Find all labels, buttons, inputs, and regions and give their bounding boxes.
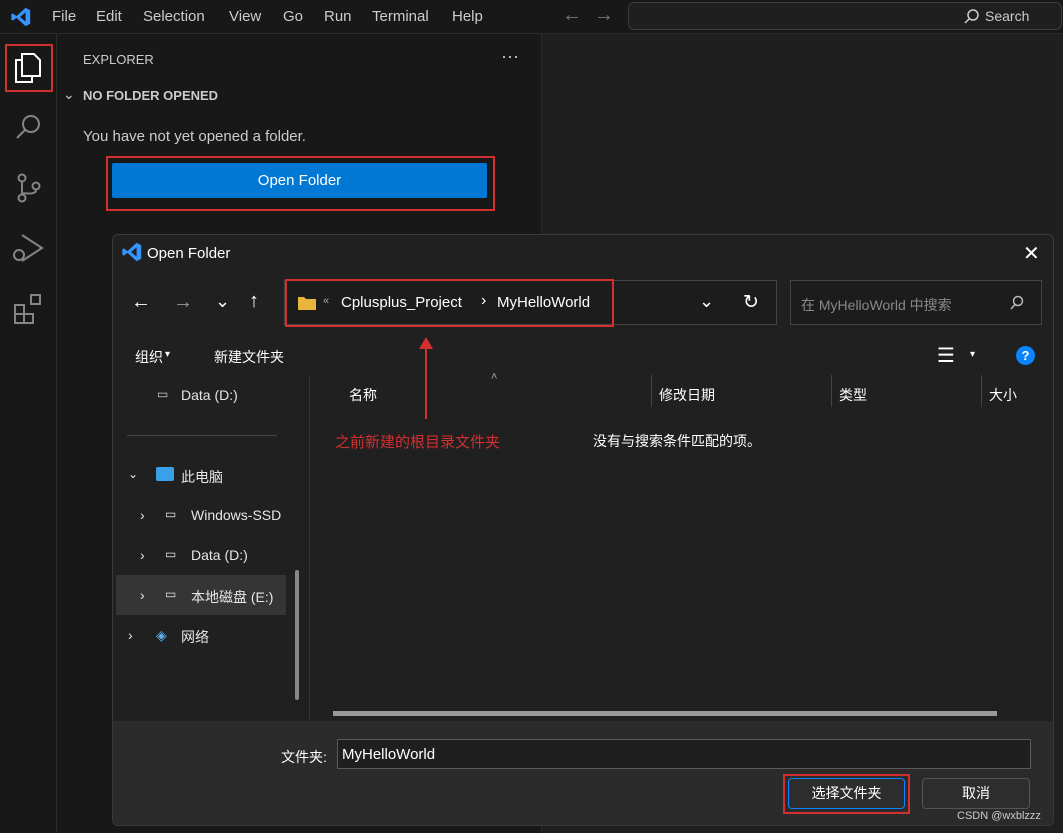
computer-icon <box>156 467 174 481</box>
folder-name-input[interactable] <box>337 739 1031 769</box>
overflow-icon[interactable]: « <box>323 295 329 307</box>
dialog-title: Open Folder <box>147 245 231 262</box>
folder-icon <box>298 297 316 310</box>
search-icon <box>964 9 979 24</box>
breadcrumb-item[interactable]: MyHelloWorld <box>497 294 590 311</box>
navigation-pane: ▭ Data (D:) ⌄ 此电脑 › ▭ Windows-SSD › ▭ Da… <box>113 375 310 721</box>
tree-item[interactable]: Data (D:) <box>181 387 238 403</box>
chevron-right-icon[interactable]: › <box>140 507 145 523</box>
network-icon: ◈ <box>156 627 167 643</box>
chevron-right-icon[interactable]: › <box>128 627 133 643</box>
folder-search-input[interactable]: 在 MyHelloWorld 中搜索 <box>790 280 1042 325</box>
drive-icon: ▭ <box>165 547 177 561</box>
folder-label: 文件夹: <box>281 749 327 765</box>
close-icon[interactable]: ✕ <box>1023 241 1040 266</box>
tree-item[interactable]: 网络 <box>181 627 209 647</box>
menu-bar: File Edit Selection View Go Run Terminal… <box>0 0 1063 34</box>
tree-item[interactable]: Windows-SSD <box>191 507 288 523</box>
menu-help[interactable]: Help <box>452 8 483 25</box>
chevron-right-icon[interactable]: › <box>140 547 145 563</box>
search-label: Search <box>985 8 1030 24</box>
tree-item[interactable]: 此电脑 <box>181 467 223 487</box>
divider <box>127 435 277 436</box>
explorer-icon[interactable] <box>13 51 43 85</box>
chevron-down-icon[interactable]: ⌄ <box>63 86 75 103</box>
menu-terminal[interactable]: Terminal <box>372 8 429 25</box>
explorer-title: EXPLORER <box>83 52 154 67</box>
search-icon[interactable] <box>14 112 44 142</box>
back-icon[interactable]: ← <box>131 291 151 314</box>
chevron-down-icon[interactable]: ⌄ <box>128 467 138 481</box>
new-folder-button[interactable]: 新建文件夹 <box>214 347 284 367</box>
watermark: CSDN @wxblzzz <box>957 810 1041 822</box>
section-title[interactable]: NO FOLDER OPENED <box>83 88 218 103</box>
source-control-icon[interactable] <box>14 172 44 204</box>
breadcrumb-item[interactable]: Cplusplus_Project <box>341 294 462 311</box>
column-header-size[interactable]: 大小 <box>989 385 1017 405</box>
no-folder-message: You have not yet opened a folder. <box>83 128 306 145</box>
select-folder-button[interactable]: 选择文件夹 <box>788 778 905 809</box>
caret-down-icon[interactable]: ▾ <box>165 349 170 360</box>
back-icon[interactable]: ← <box>562 4 582 27</box>
chevron-right-icon[interactable]: › <box>481 292 486 310</box>
open-folder-button[interactable]: Open Folder <box>112 163 487 198</box>
view-options-icon[interactable]: ☰ <box>937 343 955 368</box>
command-search[interactable]: Search <box>628 2 1062 30</box>
column-header-date[interactable]: 修改日期 <box>659 385 715 405</box>
column-header-type[interactable]: 类型 <box>839 385 867 405</box>
forward-icon[interactable]: → <box>173 291 193 314</box>
menu-edit[interactable]: Edit <box>96 8 122 25</box>
file-list: ˄ 名称 修改日期 类型 大小 没有与搜索条件匹配的项。 <box>311 371 1053 721</box>
recent-dropdown-icon[interactable]: ⌄ <box>215 291 230 312</box>
activity-bar <box>0 34 57 833</box>
menu-view[interactable]: View <box>229 8 261 25</box>
column-divider <box>831 375 832 407</box>
vscode-logo-icon <box>122 242 142 262</box>
annotation-arrow <box>419 337 433 419</box>
address-bar[interactable]: « Cplusplus_Project › MyHelloWorld ⌄ ↻ <box>284 279 777 327</box>
chevron-right-icon[interactable]: › <box>140 587 145 603</box>
address-dropdown-icon[interactable]: ⌄ <box>699 291 714 312</box>
menu-go[interactable]: Go <box>283 8 303 25</box>
organize-menu[interactable]: 组织 <box>135 347 163 367</box>
column-divider <box>981 375 982 407</box>
tree-item[interactable]: Data (D:) <box>191 547 248 563</box>
sort-up-icon: ˄ <box>491 371 498 383</box>
annotation-text: 之前新建的根目录文件夹 <box>335 434 501 451</box>
column-divider <box>651 375 652 407</box>
menu-selection[interactable]: Selection <box>143 8 205 25</box>
column-header-name[interactable]: 名称 <box>349 385 377 405</box>
forward-icon[interactable]: → <box>594 4 614 27</box>
caret-down-icon[interactable]: ▾ <box>970 349 975 360</box>
more-actions-icon[interactable]: ··· <box>501 46 519 67</box>
folder-search-placeholder: 在 MyHelloWorld 中搜索 <box>801 297 952 313</box>
menu-run[interactable]: Run <box>324 8 352 25</box>
drive-icon: ▭ <box>157 387 169 401</box>
cancel-button[interactable]: 取消 <box>922 778 1030 809</box>
menu-file[interactable]: File <box>52 8 76 25</box>
nav-scrollbar[interactable] <box>295 570 299 700</box>
horizontal-scrollbar[interactable] <box>333 711 997 716</box>
up-icon[interactable]: ↑ <box>249 290 259 313</box>
vscode-logo-icon <box>11 7 31 27</box>
drive-icon: ▭ <box>165 507 177 521</box>
drive-icon: ▭ <box>165 587 177 601</box>
help-icon[interactable]: ? <box>1016 346 1035 365</box>
tree-item[interactable]: 本地磁盘 (E:) <box>191 587 273 607</box>
extensions-icon[interactable] <box>12 292 46 326</box>
run-debug-icon[interactable] <box>10 232 46 266</box>
refresh-icon[interactable]: ↻ <box>743 291 759 314</box>
empty-message: 没有与搜索条件匹配的项。 <box>593 433 761 449</box>
search-icon <box>1010 295 1024 310</box>
open-folder-dialog: Open Folder ✕ ← → ⌄ ↑ « Cplusplus_Projec… <box>112 234 1054 826</box>
dialog-footer: 文件夹: 选择文件夹 取消 <box>113 721 1053 825</box>
